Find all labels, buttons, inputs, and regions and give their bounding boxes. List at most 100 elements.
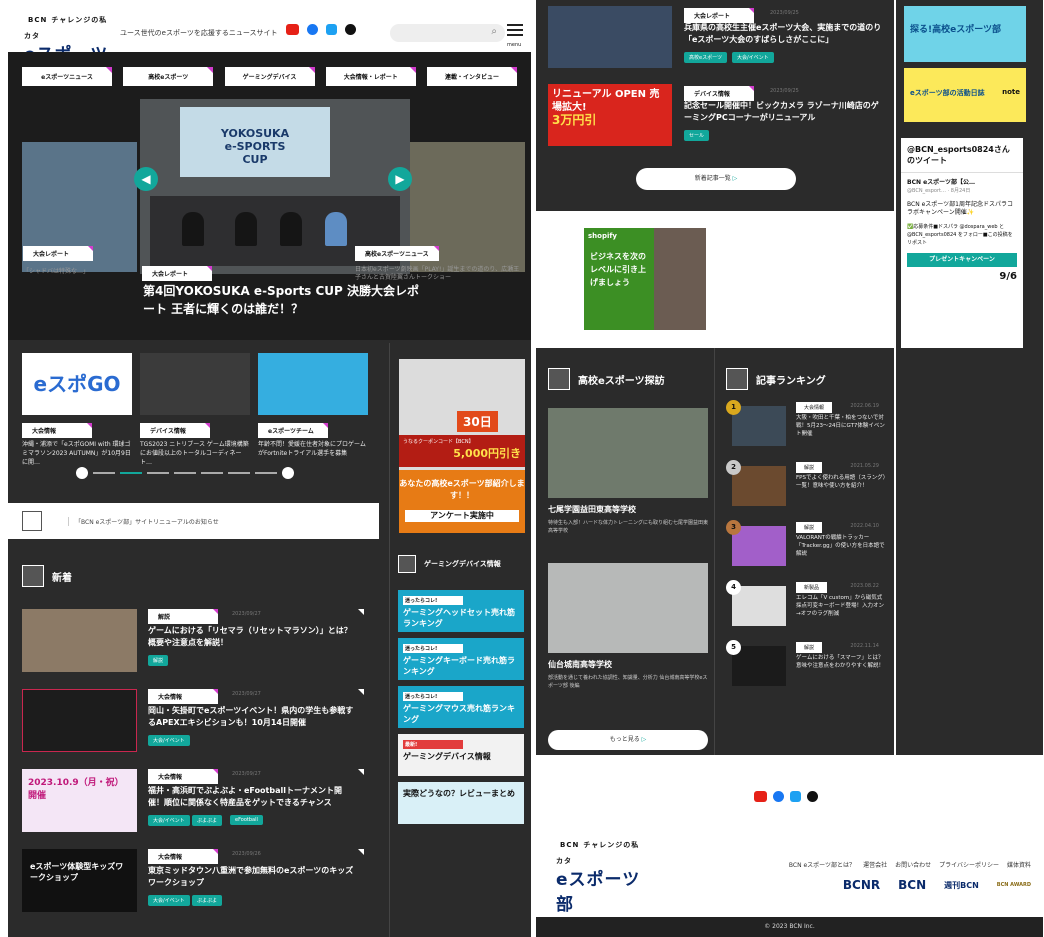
news-tag[interactable]: 大会情報	[148, 689, 218, 704]
ranking-tag[interactable]: 大会情報	[796, 402, 833, 413]
ranking-title-text[interactable]: 大阪・吹田と千葉・柏をつないで対戦！5月23～24日にGT7体験イベント開催	[796, 414, 886, 438]
news-item[interactable]: eスポーツ体験型キッズワークショップ 大会情報 2023/09/26 東京ミッド…	[22, 849, 372, 914]
menu-button[interactable]: menu	[507, 24, 523, 49]
shopify-ad[interactable]: shopify ビジネスを次のレベルに引き上げましょう	[584, 228, 706, 330]
highschool-banner[interactable]: 探る!高校eスポーツ部	[904, 6, 1026, 62]
school-photo[interactable]	[548, 408, 708, 498]
news-item[interactable]: 大会レポート 2023/09/25 兵庫県の高校生主催eスポーツ大会、実施までの…	[548, 6, 888, 76]
ranking-tag[interactable]: 解説	[796, 522, 823, 533]
news-chip[interactable]: 大会/イベント	[732, 52, 774, 63]
tab-highschool[interactable]: 高校eスポーツ	[123, 67, 214, 86]
ranking-thumb[interactable]	[732, 526, 786, 566]
school-card[interactable]: 仙台城南高等学校 部活動を通じて養われた協調性、知識量、分析力 仙台城南高等学校…	[548, 563, 708, 690]
news-thumb[interactable]: eスポーツ体験型キッズワークショップ	[22, 849, 137, 912]
brand-bcn-award[interactable]: BCN AWARD	[997, 882, 1031, 888]
news-thumb[interactable]	[22, 609, 137, 672]
school-photo[interactable]	[548, 563, 708, 653]
footer-link-company[interactable]: 運営会社	[863, 860, 887, 869]
news-chip[interactable]: ぷよぷよ	[192, 815, 223, 826]
news-item[interactable]: 大会情報 2023/09/27 岡山・矢掛町でeスポーツイベント！県内の学生も参…	[22, 689, 372, 754]
more-schools-button[interactable]: もっと見る ▷	[548, 730, 708, 750]
ranking-item[interactable]: 1 大会情報 2022.06.19 大阪・吹田と千葉・柏をつないで対戦！5月23…	[724, 398, 889, 456]
ranking-tag[interactable]: 解説	[796, 462, 823, 473]
news-title[interactable]: ゲームにおける「リセマラ（リセットマラソン）」とは？概要や注意点を解説！	[148, 625, 356, 649]
hero-left-tag[interactable]: 大会レポート	[23, 246, 93, 261]
news-chip[interactable]: eFootball	[230, 815, 263, 825]
news-thumb[interactable]	[22, 689, 137, 752]
news-tag[interactable]: 解説	[148, 609, 218, 624]
news-chip[interactable]: セール	[684, 130, 710, 141]
news-title[interactable]: 東京ミッドタウン八重洲で参加無料のeスポーツのキッズワークショップ	[148, 865, 356, 889]
ranking-title-text[interactable]: FPSでよく使われる用語（スラング）一覧！意味や使い方を紹介！	[796, 474, 886, 490]
youtube-icon[interactable]	[286, 24, 299, 35]
school-name[interactable]: 七尾学園益田東高等学校	[548, 504, 708, 515]
ranking-thumb[interactable]	[732, 466, 786, 506]
ranking-tag[interactable]: 解説	[796, 642, 823, 653]
tweet-promo[interactable]: プレゼントキャンペーン	[907, 253, 1017, 267]
ranking-tag[interactable]: 新製品	[796, 582, 828, 593]
ranking-thumb[interactable]	[732, 586, 786, 626]
news-tag[interactable]: 大会レポート	[684, 8, 754, 23]
note-icon[interactable]	[807, 791, 818, 802]
hero-main-tag[interactable]: 大会レポート	[142, 266, 212, 281]
carousel-text-2[interactable]: TGS2023 ニトリブース ゲーム環境構築にお値段以上のトータルコーディネート…	[140, 440, 252, 467]
twitter-widget[interactable]: @BCN_esports0824さんのツイート BCN eスポーツ部【公… @B…	[901, 138, 1023, 348]
pager-dot[interactable]	[201, 472, 223, 474]
news-tag[interactable]: 大会情報	[148, 849, 218, 864]
hero-prev-arrow[interactable]: ◀	[134, 167, 158, 191]
ranking-item[interactable]: 3 解説 2022.04.10 VALORANTの戦績トラッカー「Tracker…	[724, 518, 889, 576]
ranking-thumb[interactable]	[732, 646, 786, 686]
notice-text[interactable]: 「BCN eスポーツ部」サイトリニューアルのお知らせ	[68, 517, 219, 526]
news-tag[interactable]: 大会情報	[148, 769, 218, 784]
news-title[interactable]: 岡山・矢掛町でeスポーツイベント！県内の学生も参戦するAPEXエキシビションも！…	[148, 705, 356, 729]
ranking-title-text[interactable]: エレコム「V custom」から磁気式採点可変キーボード登場！入力オン→オフのラ…	[796, 594, 886, 618]
carousel-tag-2[interactable]: デバイス情報	[140, 423, 210, 438]
ranking-item[interactable]: 5 解説 2022.11.14 ゲームにおける「スマーフ」とは？意味や注意点をわ…	[724, 638, 889, 696]
brand-weekly-bcn[interactable]: 週刊BCN	[944, 880, 979, 891]
school-name[interactable]: 仙台城南高等学校	[548, 659, 708, 670]
carousel-thumb-2[interactable]	[140, 353, 250, 415]
hero-next-arrow[interactable]: ▶	[388, 167, 412, 191]
school-card[interactable]: 七尾学園益田東高等学校 特待生も入部！ハードな体力トレーニングにも取り組む七尾学…	[548, 408, 708, 535]
news-chip[interactable]: 大会/イベント	[148, 815, 190, 826]
search-input[interactable]: ⌕	[390, 24, 505, 42]
news-thumb[interactable]	[548, 6, 672, 68]
pager-dot[interactable]	[228, 472, 250, 474]
news-thumb[interactable]: 2023.10.9（月・祝）開催	[22, 769, 137, 832]
ranking-item[interactable]: 4 新製品 2023.08.22 エレコム「V custom」から磁気式採点可変…	[724, 578, 889, 636]
more-news-button[interactable]: 新着記事一覧 ▷	[636, 168, 796, 190]
news-chip[interactable]: 高校eスポーツ	[684, 52, 727, 63]
brand-bcn[interactable]: BCN	[898, 878, 926, 892]
footer-logo[interactable]: BCN チャレンジの私カタ eスポーツ部	[556, 835, 646, 915]
carousel-tag-1[interactable]: 大会情報	[22, 423, 92, 438]
carousel-text-1[interactable]: 沖縄・浦添で「eスポGOMI with 環球ゴミマラソン2023 AUTUMN」…	[22, 440, 134, 467]
youtube-icon[interactable]	[754, 791, 767, 802]
facebook-icon[interactable]	[773, 791, 784, 802]
carousel-thumb-3[interactable]	[258, 353, 368, 415]
notice-bar[interactable]: 「BCN eスポーツ部」サイトリニューアルのお知らせ	[8, 503, 379, 539]
pager-dot[interactable]	[174, 472, 196, 474]
pager-dot[interactable]	[93, 472, 115, 474]
pager-dot[interactable]	[147, 472, 169, 474]
news-item[interactable]: 2023.10.9（月・祝）開催 大会情報 2023/09/27 福井・高浜町で…	[22, 769, 372, 834]
twitter-icon[interactable]	[790, 791, 801, 802]
footer-link-media[interactable]: 媒体資料	[1007, 860, 1031, 869]
note-banner[interactable]: eスポーツ部の活動日誌 note	[904, 68, 1026, 122]
news-chip[interactable]: 解説	[148, 655, 169, 666]
hero-right-tag[interactable]: 高校eスポーツニュース	[355, 246, 439, 261]
carousel-next-button[interactable]	[282, 467, 294, 479]
pager-dot-active[interactable]	[120, 472, 142, 474]
tab-gaming-devices[interactable]: ゲーミングデバイス	[224, 67, 315, 86]
device-info-banner[interactable]: 最新! ゲーミングデバイス情報	[398, 734, 524, 776]
tweet-user[interactable]: BCN eスポーツ部【公…	[907, 179, 1017, 187]
news-item[interactable]: リニューアル OPEN 売場拡大! 3万円引 デバイス情報 2023/09/25…	[548, 84, 888, 154]
ranking-headset-banner[interactable]: 迷ったらコレ! ゲーミングヘッドセット売れ筋ランキング	[398, 590, 524, 632]
footer-link-contact[interactable]: お問い合わせ	[895, 860, 931, 869]
note-icon[interactable]	[345, 24, 356, 35]
ranking-item[interactable]: 2 解説 2021.05.29 FPSでよく使われる用語（スラング）一覧！意味や…	[724, 458, 889, 516]
news-chip[interactable]: 大会/イベント	[148, 735, 190, 746]
questionnaire-ad[interactable]: あなたの高校eスポーツ部紹介します！！ アンケート実施中	[399, 470, 525, 533]
footer-link-privacy[interactable]: プライバシーポリシー	[939, 860, 999, 869]
carousel-prev-button[interactable]	[76, 467, 88, 479]
brand-bcnr[interactable]: BCNR	[843, 878, 880, 892]
